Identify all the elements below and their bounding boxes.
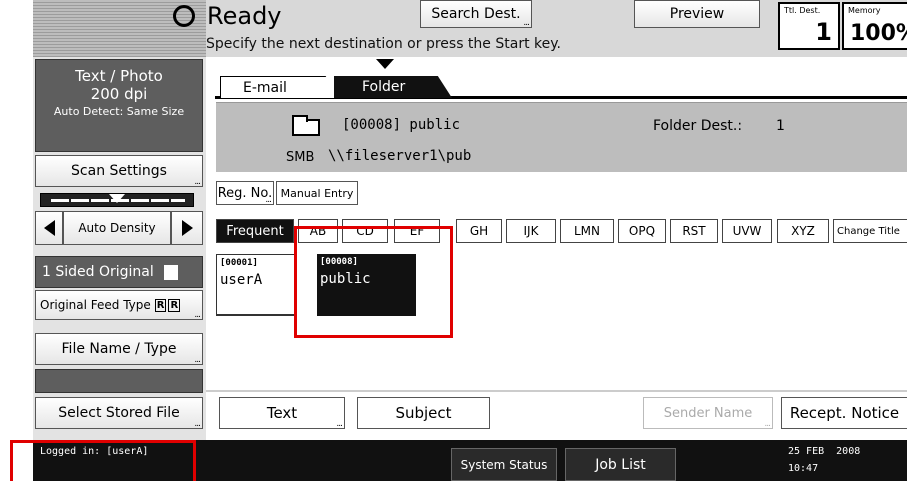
tab-folder-label: Folder [362,79,406,95]
destination-display: [00008] public SMB \\fileserver1\pub Fol… [216,102,907,172]
scan-mode-size: Auto Detect: Same Size [53,105,185,118]
key-rst-label: RST [682,224,706,238]
search-dest-button[interactable]: Search Dest. [420,0,532,28]
folder-icon [292,115,320,136]
key-opq-label: OPQ [628,224,656,238]
key-ijk-label: IJK [523,224,539,238]
triangle-left-icon [43,220,55,236]
preview-label: Preview [669,6,725,22]
sender-name-label: Sender Name [663,405,753,421]
stored-file-display [35,369,203,393]
original-feed-type-button[interactable]: Original Feed Type R R [35,290,203,320]
key-frequent-label: Frequent [226,223,284,239]
ttl-dest-counter: Ttl. Dest. 1 [778,2,840,50]
density-pointer-icon [109,194,125,203]
highlight-box-login [10,440,196,481]
status-date: 25 FEB 2008 [788,446,861,457]
folder-entry: [00008] public [342,117,461,133]
instruction-text: Specify the next destination or press th… [206,36,561,52]
key-xyz[interactable]: XYZ [777,219,829,243]
ready-circle-icon [173,5,195,27]
text-button-label: Text [266,404,298,422]
triangle-right-icon [181,220,193,236]
ttl-dest-label: Ttl. Dest. [784,6,821,15]
density-scale [40,193,194,207]
key-lmn-label: LMN [573,224,600,238]
density-darker-button[interactable] [171,211,203,245]
destination-item-usera[interactable]: [00001] userA [216,254,296,316]
key-frequent[interactable]: Frequent [216,219,294,243]
original-sides-label: 1 Sided Original [42,264,154,280]
system-status-label: System Status [460,457,548,472]
tab-email[interactable]: E-mail [220,76,340,98]
folder-dest-label: Folder Dest.: [653,118,743,134]
key-gh[interactable]: GH [456,219,502,243]
bottom-divider [206,390,907,392]
memory-value: 100% [850,21,907,46]
search-dest-label: Search Dest. [431,6,521,22]
original-sides-display[interactable]: 1 Sided Original [35,256,203,288]
memory-counter: Memory 100% [842,2,907,50]
tab-folder[interactable]: Folder [334,76,452,98]
feed-r-rotated-icon: R [168,298,181,312]
recept-notice-button[interactable]: Recept. Notice [781,397,907,429]
scan-mode-type: Text / Photo [75,67,163,85]
key-uvw-label: UVW [732,224,762,238]
manual-entry-label: Manual Entry [280,186,354,200]
tab-email-label: E-mail [243,79,287,96]
scan-mode-resolution: 200 dpi [90,85,148,103]
select-stored-file-button[interactable]: Select Stored File [35,397,203,429]
page-orientation-icon [163,264,178,280]
density-lighter-button[interactable] [35,211,63,245]
destination-name: userA [220,272,263,288]
status-time: 10:47 [788,463,819,474]
auto-density-label: Auto Density [78,221,156,235]
key-uvw[interactable]: UVW [722,219,772,243]
key-change-title-label: Change Title [837,225,900,237]
recept-notice-label: Recept. Notice [789,404,900,422]
sender-name-button[interactable]: Sender Name [643,397,773,429]
folder-path: \\fileserver1\pub [328,148,472,164]
scan-mode-display: Text / Photo 200 dpi Auto Detect: Same S… [35,59,203,152]
destination-number: [00001] [220,258,258,268]
preview-button[interactable]: Preview [634,0,760,28]
file-name-type-label: File Name / Type [61,341,177,357]
scan-settings-label: Scan Settings [71,163,167,179]
reg-no-button[interactable]: Reg. No. [216,181,274,205]
system-status-button[interactable]: System Status [451,448,557,481]
memory-label: Memory [848,6,881,15]
original-feed-type-label: Original Feed Type [40,298,151,312]
text-button[interactable]: Text [219,397,345,429]
key-opq[interactable]: OPQ [618,219,666,243]
folder-dest-count: 1 [776,118,785,134]
key-lmn[interactable]: LMN [560,219,614,243]
job-list-button[interactable]: Job List [565,448,676,481]
subject-button-label: Subject [395,404,452,422]
scan-settings-button[interactable]: Scan Settings [35,155,203,187]
folder-tab-pointer-icon [376,59,394,69]
select-stored-file-label: Select Stored File [58,405,180,421]
file-name-type-button[interactable]: File Name / Type [35,333,203,365]
ttl-dest-value: 1 [815,18,832,46]
key-xyz-label: XYZ [791,224,815,238]
key-ijk[interactable]: IJK [506,219,556,243]
key-rst[interactable]: RST [670,219,718,243]
manual-entry-button[interactable]: Manual Entry [276,181,358,205]
key-gh-label: GH [469,224,489,238]
subject-button[interactable]: Subject [357,397,490,429]
feed-r-icon: R [154,298,167,312]
job-list-label: Job List [595,456,646,473]
highlight-box-public [294,226,453,338]
auto-density-button[interactable]: Auto Density [63,211,171,245]
key-change-title[interactable]: Change Title [833,219,907,243]
reg-no-label: Reg. No. [217,185,273,201]
ready-status-label: Ready [207,2,282,30]
folder-protocol: SMB [286,150,315,165]
